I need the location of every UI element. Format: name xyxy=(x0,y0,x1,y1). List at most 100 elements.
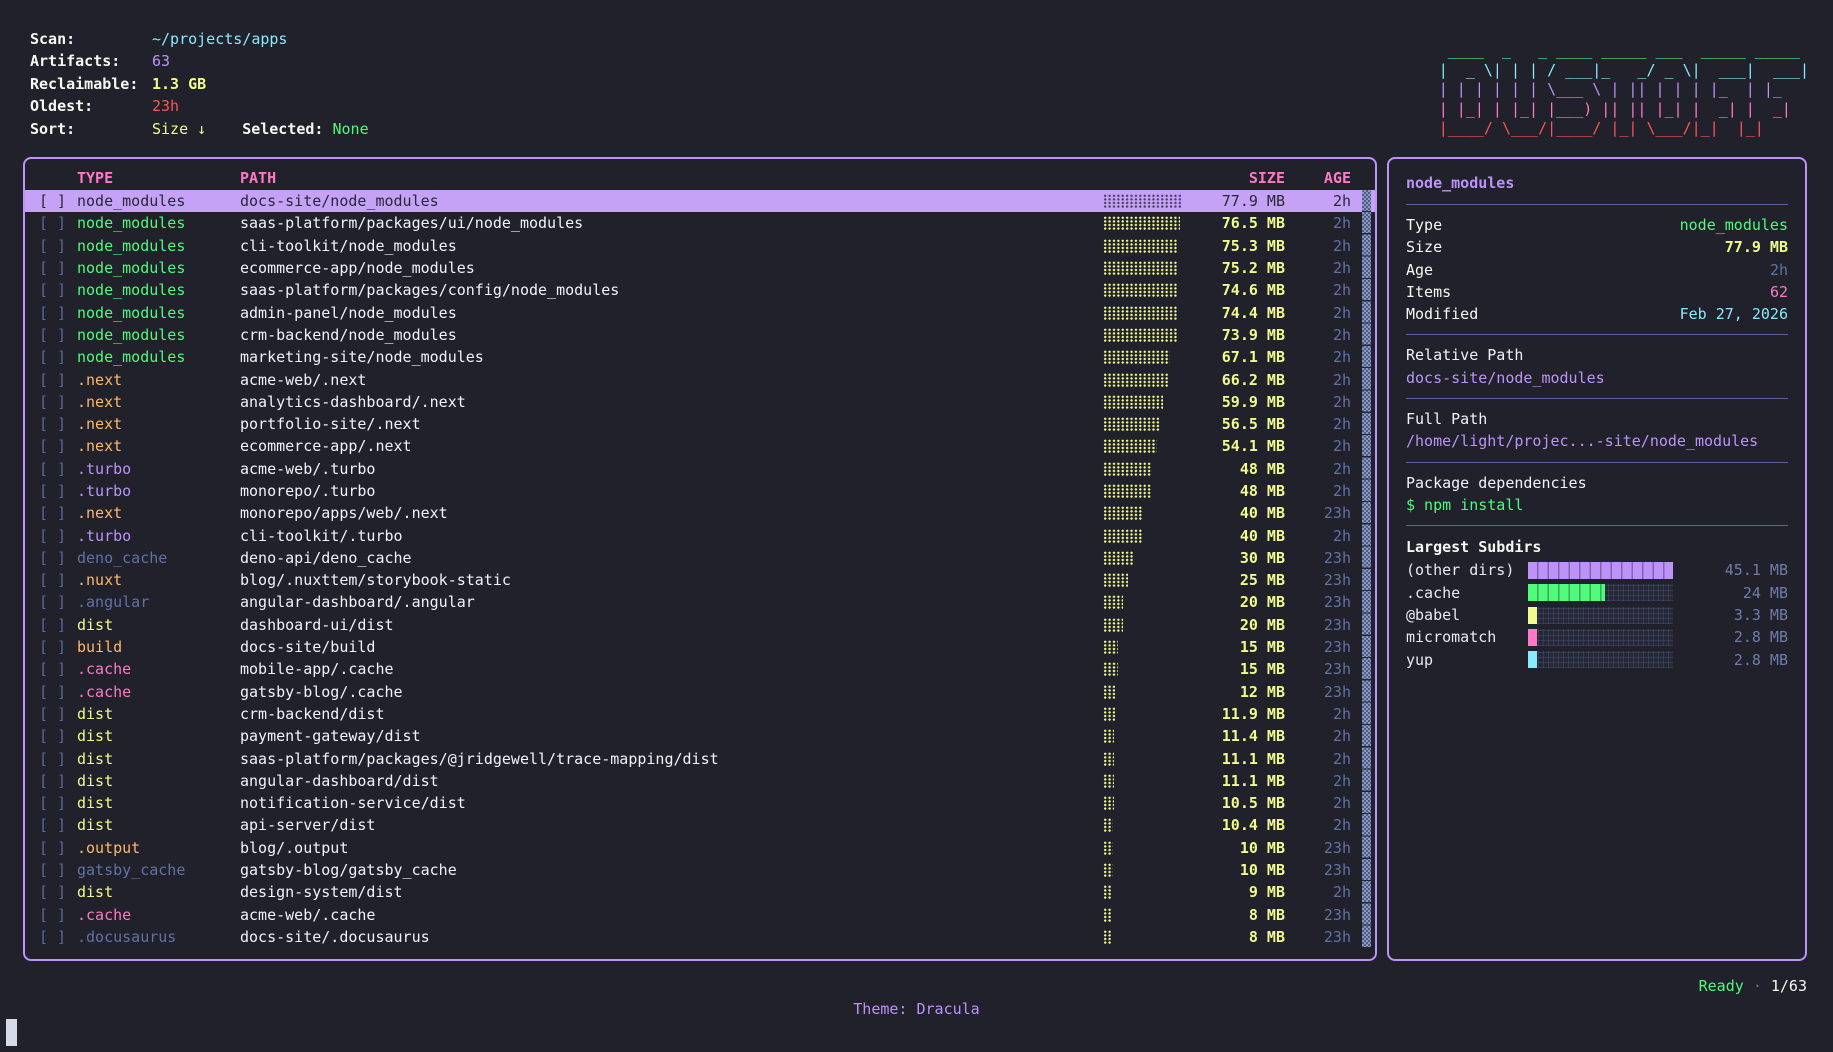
row-size-bar xyxy=(1103,885,1185,899)
table-row[interactable]: [ ].nextanalytics-dashboard/.next59.9 MB… xyxy=(25,391,1375,413)
divider xyxy=(1406,398,1788,399)
table-row[interactable]: [ ]deno_cachedeno-api/deno_cache30 MB23h xyxy=(25,547,1375,569)
row-path: docs-site/node_modules xyxy=(240,192,1103,210)
row-size: 25 MB xyxy=(1185,571,1285,589)
table-row[interactable]: [ ]node_modulesadmin-panel/node_modules7… xyxy=(25,301,1375,323)
table-row[interactable]: [ ]node_modulescrm-backend/node_modules7… xyxy=(25,324,1375,346)
row-checkbox[interactable]: [ ] xyxy=(39,616,77,634)
table-row[interactable]: [ ].nextacme-web/.next66.2 MB2h xyxy=(25,368,1375,390)
size-bar-dots xyxy=(1103,662,1118,676)
table-row[interactable]: [ ].nextportfolio-site/.next56.5 MB2h xyxy=(25,413,1375,435)
row-age: 2h xyxy=(1285,304,1351,322)
row-size-bar xyxy=(1103,818,1185,832)
row-size: 40 MB xyxy=(1185,504,1285,522)
table-row[interactable]: [ ].cachegatsby-blog/.cache12 MB23h xyxy=(25,681,1375,703)
row-checkbox[interactable]: [ ] xyxy=(39,861,77,879)
row-checkbox[interactable]: [ ] xyxy=(39,371,77,389)
row-checkbox[interactable]: [ ] xyxy=(39,906,77,924)
row-checkbox[interactable]: [ ] xyxy=(39,259,77,277)
row-checkbox[interactable]: [ ] xyxy=(39,593,77,611)
table-row[interactable]: [ ]node_modulessaas-platform/packages/ui… xyxy=(25,212,1375,234)
table-row[interactable]: [ ]gatsby_cachegatsby-blog/gatsby_cache1… xyxy=(25,859,1375,881)
row-checkbox[interactable]: [ ] xyxy=(39,705,77,723)
row-checkbox[interactable]: [ ] xyxy=(39,281,77,299)
table-row[interactable]: [ ].nextmonorepo/apps/web/.next40 MB23h xyxy=(25,502,1375,524)
table-row[interactable]: [ ]distdesign-system/dist9 MB2h xyxy=(25,881,1375,903)
row-size-bar xyxy=(1103,618,1185,632)
table-row[interactable]: [ ].angularangular-dashboard/.angular20 … xyxy=(25,591,1375,613)
row-checkbox[interactable]: [ ] xyxy=(39,237,77,255)
row-checkbox[interactable]: [ ] xyxy=(39,348,77,366)
row-checkbox[interactable]: [ ] xyxy=(39,750,77,768)
table-row[interactable]: [ ]distangular-dashboard/dist11.1 MB2h xyxy=(25,770,1375,792)
size-bar-dots xyxy=(1103,551,1133,565)
table-row[interactable]: [ ].turbomonorepo/.turbo48 MB2h xyxy=(25,480,1375,502)
row-checkbox[interactable]: [ ] xyxy=(39,660,77,678)
row-checkbox[interactable]: [ ] xyxy=(39,683,77,701)
status-separator: · xyxy=(1753,977,1762,995)
table-row[interactable]: [ ]node_modulesmarketing-site/node_modul… xyxy=(25,346,1375,368)
table-row[interactable]: [ ].cachemobile-app/.cache15 MB23h xyxy=(25,658,1375,680)
row-size-bar xyxy=(1103,595,1185,609)
row-checkbox[interactable]: [ ] xyxy=(39,928,77,946)
row-checkbox[interactable]: [ ] xyxy=(39,727,77,745)
row-checkbox[interactable]: [ ] xyxy=(39,192,77,210)
table-row[interactable]: [ ]distcrm-backend/dist11.9 MB2h xyxy=(25,703,1375,725)
row-checkbox[interactable]: [ ] xyxy=(39,571,77,589)
row-size: 48 MB xyxy=(1185,460,1285,478)
column-header-path[interactable]: PATH xyxy=(240,169,1103,187)
table-row[interactable]: [ ]distdashboard-ui/dist20 MB23h xyxy=(25,614,1375,636)
row-size-bar xyxy=(1103,216,1185,230)
row-checkbox[interactable]: [ ] xyxy=(39,794,77,812)
row-checkbox[interactable]: [ ] xyxy=(39,638,77,656)
row-checkbox[interactable]: [ ] xyxy=(39,839,77,857)
row-checkbox[interactable]: [ ] xyxy=(39,415,77,433)
row-checkbox[interactable]: [ ] xyxy=(39,460,77,478)
row-checkbox[interactable]: [ ] xyxy=(39,304,77,322)
table-row[interactable]: [ ].nuxtblog/.nuxttem/storybook-static25… xyxy=(25,569,1375,591)
table-row[interactable]: [ ]distapi-server/dist10.4 MB2h xyxy=(25,814,1375,836)
column-header-type[interactable]: TYPE xyxy=(77,169,240,187)
subdir-label: yup xyxy=(1406,651,1528,669)
row-checkbox[interactable]: [ ] xyxy=(39,437,77,455)
table-row[interactable]: [ ].cacheacme-web/.cache8 MB23h xyxy=(25,904,1375,926)
subdir-bar-fill xyxy=(1528,607,1537,624)
subdir-bar-fill xyxy=(1528,562,1673,579)
table-scrollbar[interactable] xyxy=(1362,190,1371,948)
table-row[interactable]: [ ]node_modulesecommerce-app/node_module… xyxy=(25,257,1375,279)
row-checkbox[interactable]: [ ] xyxy=(39,326,77,344)
table-row[interactable]: [ ].turboacme-web/.turbo48 MB2h xyxy=(25,458,1375,480)
table-row[interactable]: [ ].turbocli-toolkit/.turbo40 MB2h xyxy=(25,524,1375,546)
row-checkbox[interactable]: [ ] xyxy=(39,214,77,232)
row-age: 23h xyxy=(1285,616,1351,634)
table-row[interactable]: [ ]node_modulescli-toolkit/node_modules7… xyxy=(25,235,1375,257)
table-row[interactable]: [ ].nextecommerce-app/.next54.1 MB2h xyxy=(25,435,1375,457)
table-row[interactable]: [ ].docusaurusdocs-site/.docusaurus8 MB2… xyxy=(25,926,1375,948)
row-checkbox[interactable]: [ ] xyxy=(39,504,77,522)
table-row[interactable]: [ ]distnotification-service/dist10.5 MB2… xyxy=(25,792,1375,814)
scan-summary-row: Reclaimable:1.3 GB xyxy=(30,73,369,95)
row-path: portfolio-site/.next xyxy=(240,415,1103,433)
column-header-age[interactable]: AGE xyxy=(1285,169,1351,187)
column-header-size[interactable]: SIZE xyxy=(1185,169,1285,187)
table-row[interactable]: [ ]node_modulesdocs-site/node_modules77.… xyxy=(25,190,1375,212)
row-checkbox[interactable]: [ ] xyxy=(39,816,77,834)
divider xyxy=(1406,204,1788,205)
row-checkbox[interactable]: [ ] xyxy=(39,482,77,500)
row-checkbox[interactable]: [ ] xyxy=(39,527,77,545)
row-checkbox[interactable]: [ ] xyxy=(39,393,77,411)
table-row[interactable]: [ ]node_modulessaas-platform/packages/co… xyxy=(25,279,1375,301)
table-row[interactable]: [ ].outputblog/.output10 MB23h xyxy=(25,837,1375,859)
table-row[interactable]: [ ]builddocs-site/build15 MB23h xyxy=(25,636,1375,658)
sort-value[interactable]: Size ↓ xyxy=(152,120,206,138)
subdir-bar-fill xyxy=(1528,629,1537,646)
row-checkbox[interactable]: [ ] xyxy=(39,883,77,901)
row-checkbox[interactable]: [ ] xyxy=(39,772,77,790)
summary-label: Reclaimable: xyxy=(30,73,152,95)
table-row[interactable]: [ ]distpayment-gateway/dist11.4 MB2h xyxy=(25,725,1375,747)
row-checkbox[interactable]: [ ] xyxy=(39,549,77,567)
detail-stat-label: Age xyxy=(1406,259,1433,281)
row-type: dist xyxy=(77,772,240,790)
table-row[interactable]: [ ]distsaas-platform/packages/@jridgewel… xyxy=(25,747,1375,769)
size-bar-dots xyxy=(1103,774,1114,788)
